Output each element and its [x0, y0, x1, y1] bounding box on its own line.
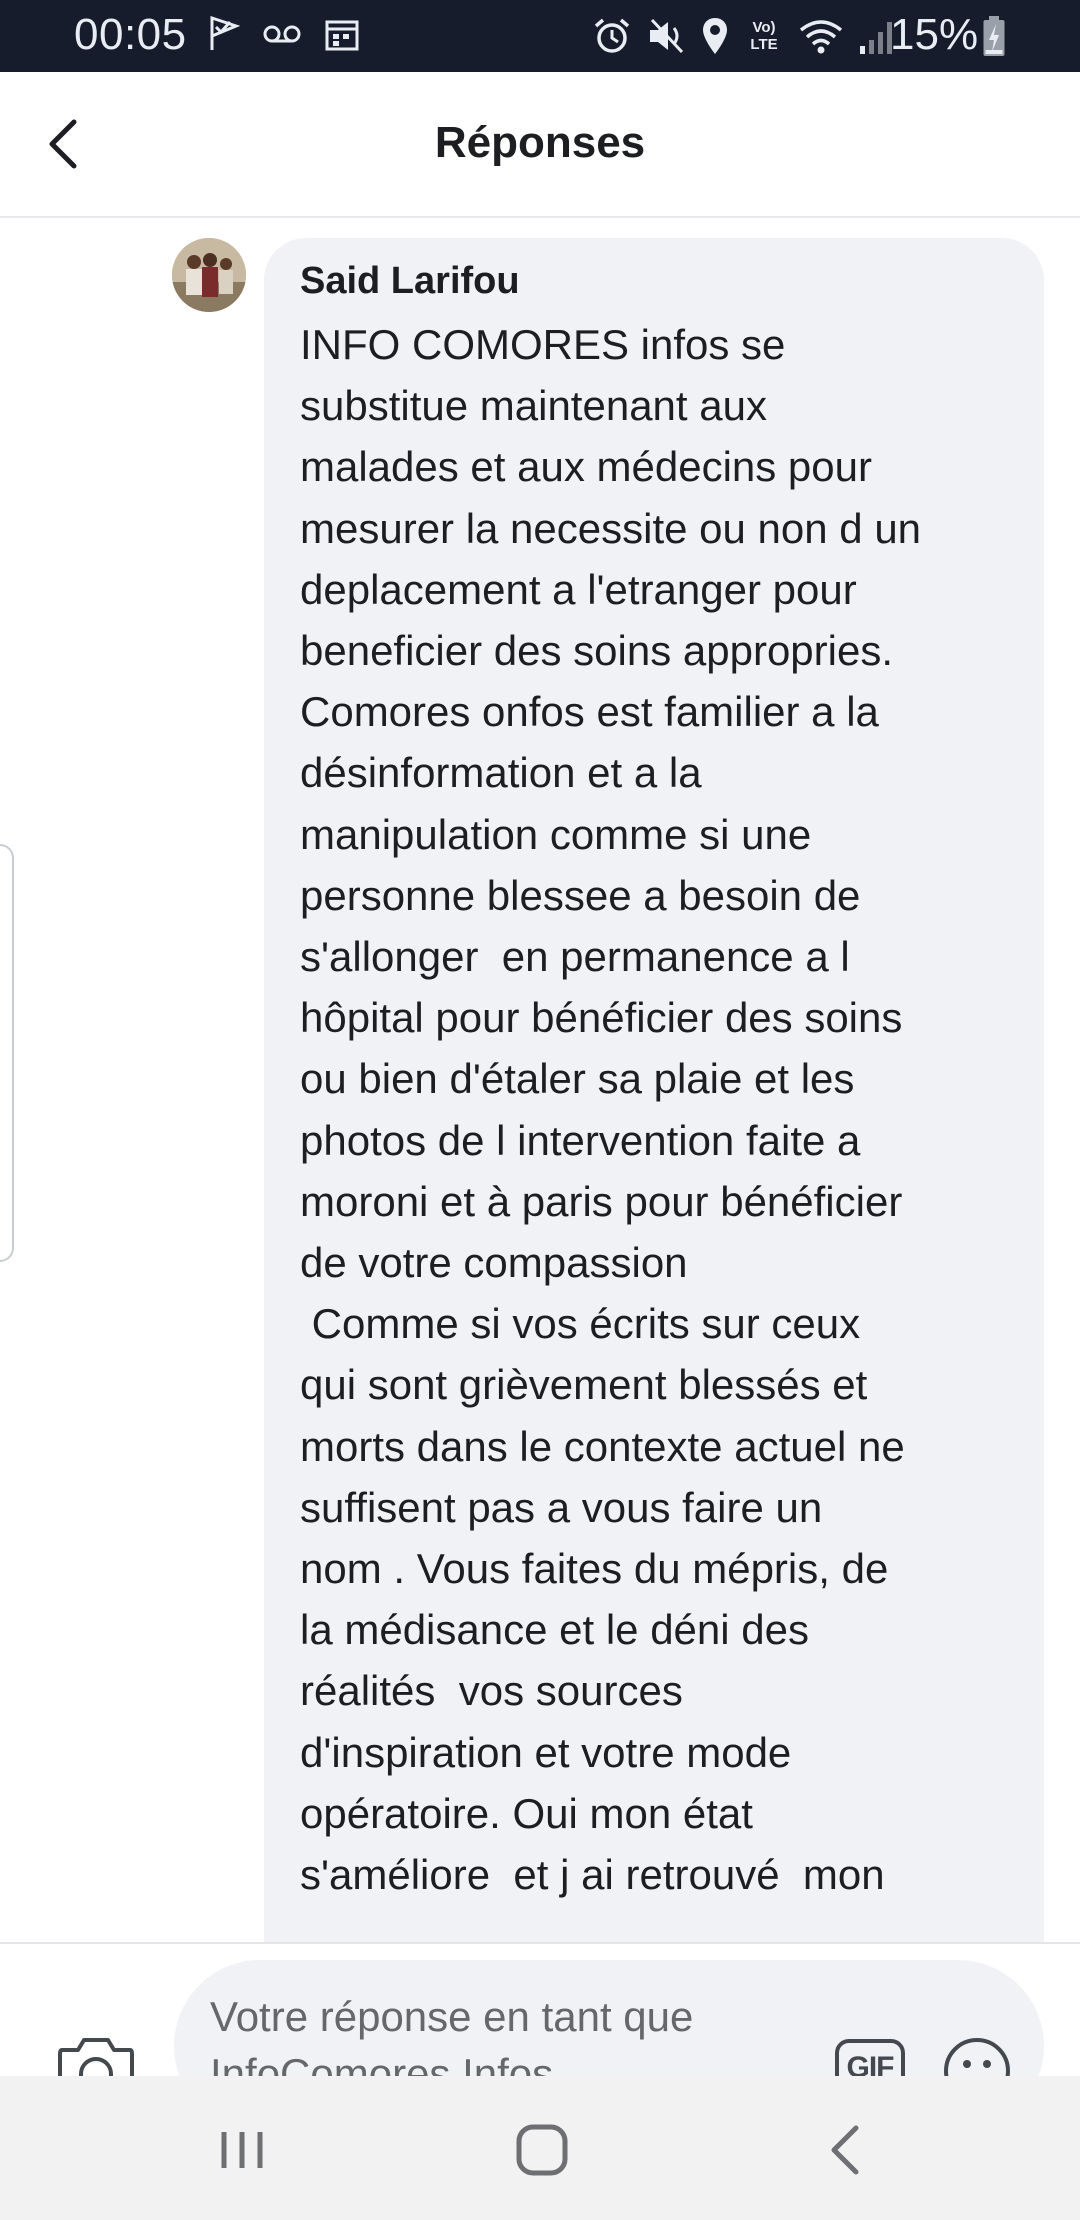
gif-icon[interactable]: GIF	[834, 2038, 906, 2076]
battery-charging-icon	[983, 16, 1005, 56]
home-icon[interactable]	[510, 2118, 574, 2182]
reply-placeholder: Votre réponse en tant que InfoComores In…	[210, 1993, 694, 2076]
replies-sheet: Réponses Said Larifou INFO COMORES infos…	[0, 72, 1080, 2076]
back-icon[interactable]	[814, 2118, 878, 2182]
wifi-icon	[799, 20, 843, 54]
avatar[interactable]	[172, 238, 246, 312]
reply-composer: Votre réponse en tant que InfoComores In…	[0, 1942, 1080, 2076]
emoji-icon[interactable]	[942, 2036, 1012, 2076]
status-right-icons: Vo) LTE	[592, 16, 898, 56]
status-bar: 00:05 Vo) LTE 15%	[0, 0, 1080, 72]
status-time: 00:05	[74, 10, 187, 59]
location-icon	[703, 18, 727, 54]
mute-icon	[650, 18, 684, 54]
recent-apps-icon[interactable]	[210, 2118, 274, 2182]
battery-percentage: 15%	[890, 10, 979, 59]
edge-panel-handle[interactable]	[0, 844, 14, 1262]
voicemail-icon	[263, 25, 301, 43]
status-left-icons	[208, 16, 360, 52]
comment-author[interactable]: Said Larifou	[300, 260, 520, 303]
reply-input[interactable]: Votre réponse en tant que InfoComores In…	[174, 1960, 1044, 2076]
calendar-icon	[325, 20, 359, 51]
camera-icon[interactable]	[56, 2032, 136, 2076]
comment-text: INFO COMORES infos se substitue maintena…	[300, 321, 922, 1899]
header: Réponses	[0, 72, 1080, 218]
comment-bubble[interactable]: Said Larifou INFO COMORES infos se subst…	[264, 238, 1044, 1942]
avatar-photo	[172, 238, 246, 312]
gif-label: GIF	[846, 2051, 895, 2076]
comment-thread[interactable]: Said Larifou INFO COMORES infos se subst…	[0, 218, 1080, 1942]
check-flag-icon	[210, 16, 240, 50]
system-nav-bar	[0, 2076, 1080, 2220]
page-title: Réponses	[434, 118, 646, 167]
volte-icon: Vo) LTE	[750, 19, 778, 53]
alarm-icon	[594, 18, 630, 53]
